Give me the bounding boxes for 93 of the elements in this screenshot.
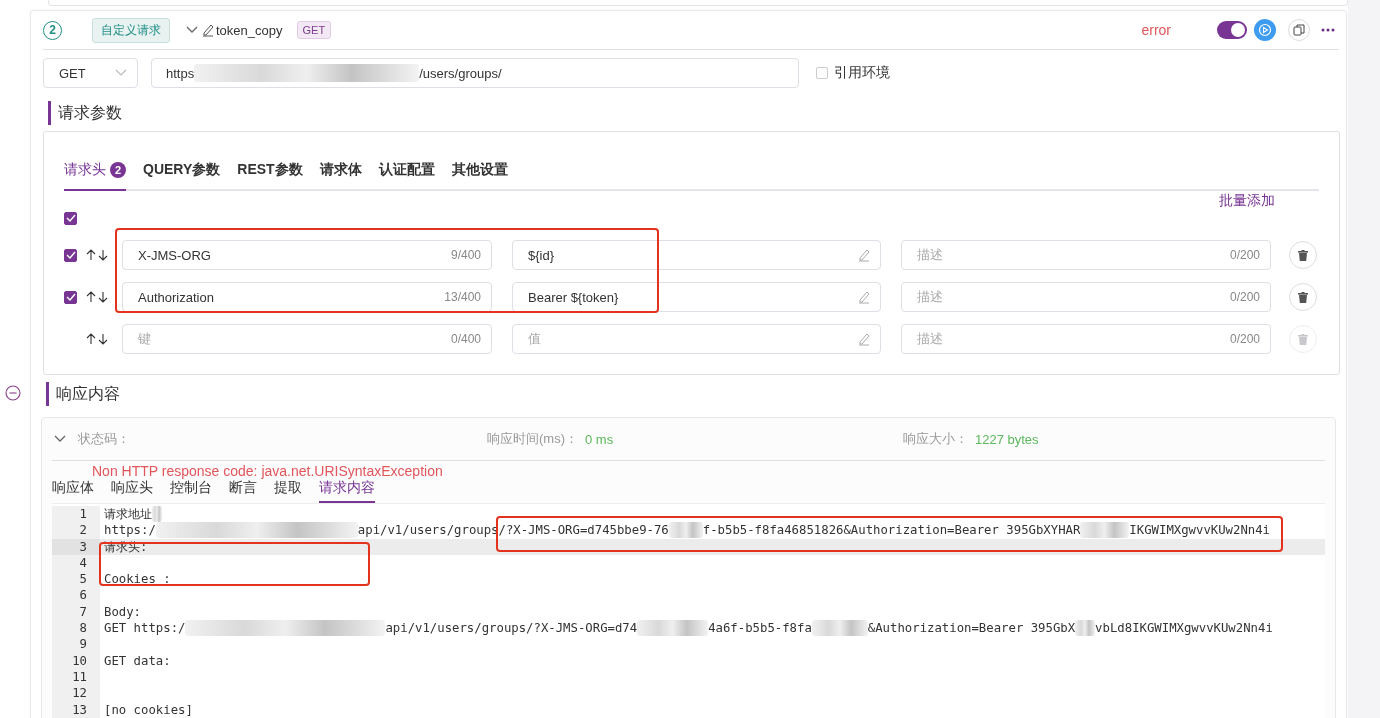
copy-button[interactable] (1288, 19, 1310, 41)
more-icon (1321, 28, 1335, 32)
sort-arrows-icon (86, 249, 110, 261)
status-text: error (1141, 22, 1171, 38)
pencil-icon (202, 23, 214, 37)
response-size-value: 1227 bytes (975, 431, 1039, 447)
pencil-icon (858, 290, 870, 304)
code-text: GET data: (104, 652, 171, 669)
redaction-blur (1075, 620, 1096, 637)
tab[interactable]: 其他设置 (451, 161, 508, 189)
method-select[interactable]: GET (43, 58, 138, 88)
response-size-label: 响应大小： (903, 430, 968, 448)
tab[interactable]: 断言 (229, 479, 257, 503)
response-time-value: 0 ms (585, 431, 614, 447)
url-field[interactable]: https /users/groups/ (151, 58, 799, 88)
key-field[interactable]: X-JMS-ORG 9/400 (122, 240, 492, 270)
line-number: 5 (52, 571, 100, 588)
trash-icon (1298, 333, 1308, 345)
check-icon (65, 293, 76, 301)
delete-button[interactable] (1289, 241, 1317, 269)
chevron-down-icon (54, 435, 66, 443)
checkbox[interactable] (64, 290, 77, 304)
code-text: 请求地址 (104, 506, 152, 523)
char-counter: 9/400 (450, 248, 481, 262)
code-text: vbLd8IKGWIMXgwvvKUw2Nn4i (1095, 620, 1273, 637)
code-text: Cookies : (104, 571, 171, 588)
pencil-icon (858, 332, 870, 346)
redaction-blur (811, 620, 868, 637)
section-title: 请求参数 (48, 101, 122, 125)
checkbox[interactable] (64, 248, 77, 262)
code-text: IKGWIMXgwvvKUw2Nn4i (1129, 522, 1271, 539)
tab[interactable]: REST参数 (237, 161, 303, 189)
tab[interactable]: 响应体 (52, 479, 94, 503)
chevron-down-icon (115, 69, 127, 77)
bulk-add-link[interactable]: 批量添加 (1219, 192, 1275, 211)
checkbox[interactable] (64, 211, 77, 225)
delete-button[interactable] (1289, 283, 1317, 311)
collapse-button[interactable] (5, 385, 21, 401)
tab[interactable]: 请求头 2 (64, 161, 126, 191)
pencil-icon (858, 248, 870, 262)
response-time-label: 响应时间(ms)： (487, 430, 578, 448)
line-number: 12 (52, 685, 100, 702)
status-code-label: 状态码： (78, 430, 130, 448)
line-number: 8 (52, 620, 100, 637)
count-badge: 2 (110, 162, 126, 178)
play-icon (1258, 23, 1272, 37)
minus-circle-icon (5, 385, 21, 401)
char-counter: 0/200 (1229, 248, 1260, 262)
char-counter: 0/400 (450, 332, 481, 346)
description-field[interactable]: 描述 0/200 (901, 282, 1271, 312)
char-counter: 0/200 (1229, 332, 1260, 346)
tab[interactable]: 响应头 (111, 479, 153, 503)
code-text: GET https:/ (104, 620, 186, 637)
tab[interactable]: 认证配置 (378, 161, 435, 189)
tab[interactable]: 提取 (274, 479, 302, 503)
code-text: api/v1/users/groups/?X-JMS-ORG=d74 (385, 620, 638, 637)
enable-toggle[interactable] (1217, 21, 1247, 39)
step-name: token_copy (216, 22, 283, 38)
redaction-blur (1080, 522, 1130, 539)
code-text: Body: (104, 603, 142, 621)
trash-icon (1298, 249, 1308, 261)
chevron-down-icon (186, 26, 198, 34)
check-icon (65, 214, 76, 222)
checkbox-label: 引用环境 (834, 64, 890, 82)
tab[interactable]: 控制台 (170, 479, 212, 503)
section-title: 响应内容 (46, 382, 120, 406)
line-number: 9 (52, 636, 100, 653)
char-counter: 0/200 (1229, 290, 1260, 304)
tab[interactable]: QUERY参数 (143, 161, 221, 189)
redaction-blur (637, 620, 709, 637)
run-button[interactable] (1254, 19, 1276, 41)
description-field[interactable]: 描述 0/200 (901, 240, 1271, 270)
line-number: 2 (52, 522, 100, 539)
line-number: 6 (52, 587, 100, 604)
code-text: [no cookies] (104, 701, 193, 718)
tab[interactable]: 请求体 (319, 161, 362, 189)
method-badge: GET (296, 21, 332, 39)
code-text: &Authorization=Bearer 395GbX (867, 620, 1076, 637)
sort-arrows-icon (86, 333, 110, 345)
code-text: f-b5b5-f8fa46851826&Authorization=Bearer 395GbXYHAR (702, 522, 1081, 539)
copy-icon (1293, 24, 1305, 36)
value-field[interactable]: ${id} (512, 240, 881, 270)
code-text: 4a6f-b5b5-f8fa (708, 620, 812, 637)
code-text: https:/ (104, 522, 156, 539)
line-number: 1 (52, 506, 100, 523)
error-message: Non HTTP response code: java.net.URISyntaxException (92, 463, 444, 479)
redaction-blur (668, 522, 703, 539)
trash-icon (1298, 291, 1308, 303)
char-counter: 13/400 (444, 290, 481, 304)
check-icon (65, 251, 76, 259)
sort-arrows-icon (86, 291, 110, 303)
request-type-tag: 自定义请求 (92, 17, 170, 43)
value-field[interactable]: Bearer ${token} (512, 282, 881, 312)
